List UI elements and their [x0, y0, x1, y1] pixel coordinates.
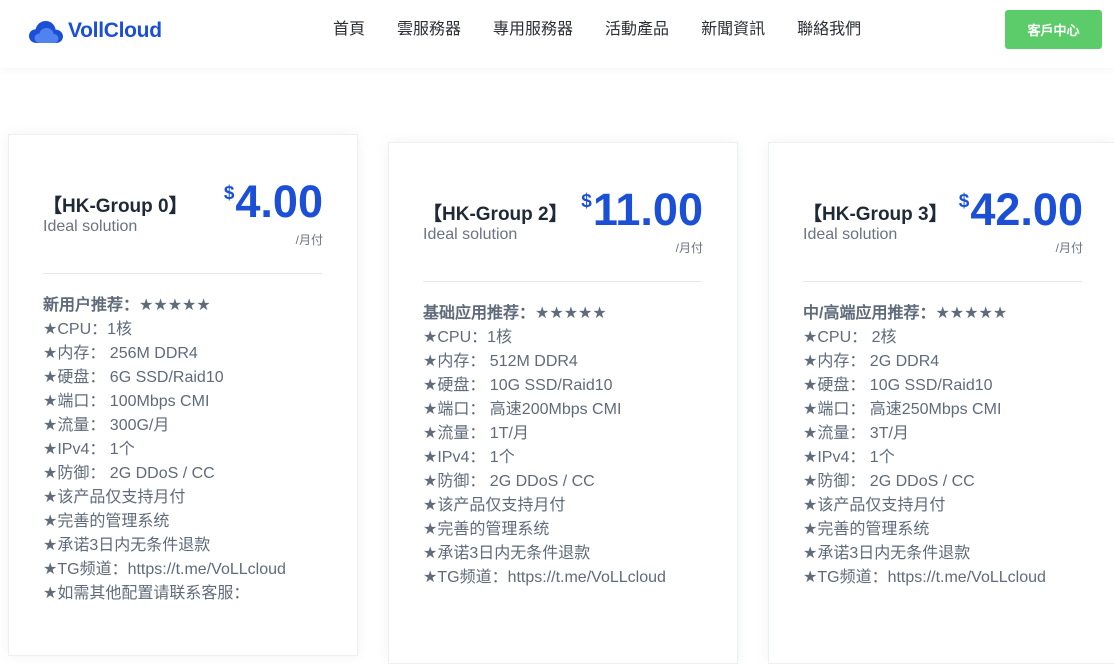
- plan-name: 【HK-Group 3】: [803, 204, 948, 225]
- main-nav: 首頁 雲服務器 專用服務器 活動產品 新聞資訊 聯絡我們: [317, 19, 893, 41]
- price-period: /月付: [295, 233, 323, 247]
- plan-tagline: Ideal solution: [423, 226, 518, 243]
- cloud-logo-icon: [29, 21, 63, 43]
- feature-item: ★TG频道：https://t.me/VoLLcloud: [43, 561, 286, 578]
- site-header: VollCloud 首頁 雲服務器 專用服務器 活動產品 新聞資訊 聯絡我們 客…: [0, 0, 1114, 68]
- plan-card-hk-group-3: 【HK-Group 3】 Ideal solution $42.00 /月付 中…: [768, 142, 1114, 664]
- logo[interactable]: VollCloud: [28, 16, 162, 46]
- feature-item: ★该产品仅支持月付: [803, 497, 946, 514]
- feature-heading: 新用户推荐：★★★★★: [43, 297, 211, 314]
- feature-item: ★完善的管理系统: [423, 521, 550, 538]
- card-divider: [423, 281, 702, 282]
- feature-list: 基础应用推荐：★★★★★ ★CPU：1核 ★内存： 512M DDR4 ★硬盘：…: [423, 302, 666, 590]
- plan-card-head: 【HK-Group 2】 Ideal solution $11.00: [423, 185, 703, 265]
- plan-card-hk-group-0: 【HK-Group 0】 Ideal solution $4.00 /月付 新用…: [8, 134, 358, 656]
- price-value: 42.00: [970, 184, 1083, 235]
- feature-item: ★承诺3日内无条件退款: [803, 545, 971, 562]
- nav-news[interactable]: 新聞資訊: [701, 19, 765, 41]
- plan-card-head: 【HK-Group 0】 Ideal solution $4.00: [43, 177, 323, 257]
- plan-name: 【HK-Group 0】: [43, 196, 188, 217]
- currency-symbol: $: [223, 183, 235, 204]
- feature-item: ★如需其他配置请联系客服：: [43, 585, 250, 602]
- plan-price: $11.00: [581, 185, 703, 235]
- feature-item: ★承诺3日内无条件退款: [43, 537, 211, 554]
- currency-symbol: $: [958, 191, 970, 212]
- nav-dedicated-servers[interactable]: 專用服務器: [493, 19, 573, 41]
- feature-item: ★该产品仅支持月付: [423, 497, 566, 514]
- plan-price: $42.00: [959, 185, 1083, 235]
- feature-item: ★CPU：1核: [43, 321, 133, 338]
- feature-item: ★CPU： 2核: [803, 329, 897, 346]
- price-period: /月付: [675, 241, 703, 255]
- price-period: /月付: [1055, 241, 1083, 255]
- nav-promotions[interactable]: 活動產品: [605, 19, 669, 41]
- feature-list: 新用户推荐：★★★★★ ★CPU：1核 ★内存： 256M DDR4 ★硬盘： …: [43, 294, 286, 606]
- client-center-button[interactable]: 客戶中心: [1005, 10, 1102, 49]
- feature-item: ★完善的管理系统: [803, 521, 930, 538]
- feature-item: ★流量： 1T/月: [423, 425, 529, 442]
- feature-heading: 基础应用推荐：★★★★★: [423, 305, 607, 322]
- card-divider: [803, 281, 1082, 282]
- logo-text: VollCloud: [68, 19, 162, 42]
- plan-tagline: Ideal solution: [803, 226, 898, 243]
- feature-item: ★流量： 300G/月: [43, 417, 170, 434]
- plan-name: 【HK-Group 2】: [423, 204, 568, 225]
- feature-item: ★流量： 3T/月: [803, 425, 909, 442]
- feature-item: ★端口： 100Mbps CMI: [43, 393, 210, 410]
- price-value: 11.00: [592, 184, 703, 235]
- plan-price: $4.00: [224, 177, 323, 227]
- feature-list: 中/高端应用推荐：★★★★★ ★CPU： 2核 ★内存： 2G DDR4 ★硬盘…: [803, 302, 1046, 590]
- feature-item: ★该产品仅支持月付: [43, 489, 186, 506]
- plan-card-hk-group-2: 【HK-Group 2】 Ideal solution $11.00 /月付 基…: [388, 142, 738, 664]
- feature-item: ★硬盘： 10G SSD/Raid10: [803, 377, 993, 394]
- feature-item: ★硬盘： 6G SSD/Raid10: [43, 369, 224, 386]
- feature-item: ★防御： 2G DDoS / CC: [803, 473, 975, 490]
- feature-item: ★IPv4： 1个: [803, 449, 895, 466]
- feature-item: ★内存： 2G DDR4: [803, 353, 940, 370]
- feature-heading: 中/高端应用推荐：★★★★★: [803, 305, 1008, 322]
- feature-item: ★IPv4： 1个: [423, 449, 515, 466]
- feature-item: ★端口： 高速250Mbps CMI: [803, 401, 1002, 418]
- feature-item: ★IPv4： 1个: [43, 441, 135, 458]
- feature-item: ★内存： 256M DDR4: [43, 345, 198, 362]
- feature-item: ★防御： 2G DDoS / CC: [43, 465, 215, 482]
- nav-cloud-servers[interactable]: 雲服務器: [397, 19, 461, 41]
- nav-contact[interactable]: 聯絡我們: [797, 19, 861, 41]
- feature-item: ★端口： 高速200Mbps CMI: [423, 401, 622, 418]
- nav-home[interactable]: 首頁: [333, 19, 365, 41]
- feature-item: ★硬盘： 10G SSD/Raid10: [423, 377, 613, 394]
- feature-item: ★承诺3日内无条件退款: [423, 545, 591, 562]
- plan-card-head: 【HK-Group 3】 Ideal solution $42.00: [803, 185, 1083, 265]
- feature-item: ★防御： 2G DDoS / CC: [423, 473, 595, 490]
- plan-tagline: Ideal solution: [43, 218, 138, 235]
- price-value: 4.00: [235, 176, 323, 227]
- feature-item: ★内存： 512M DDR4: [423, 353, 578, 370]
- feature-item: ★完善的管理系统: [43, 513, 170, 530]
- currency-symbol: $: [581, 191, 592, 212]
- feature-item: ★TG频道：https://t.me/VoLLcloud: [423, 569, 666, 586]
- feature-item: ★TG频道：https://t.me/VoLLcloud: [803, 569, 1046, 586]
- feature-item: ★CPU：1核: [423, 329, 513, 346]
- card-divider: [43, 273, 322, 274]
